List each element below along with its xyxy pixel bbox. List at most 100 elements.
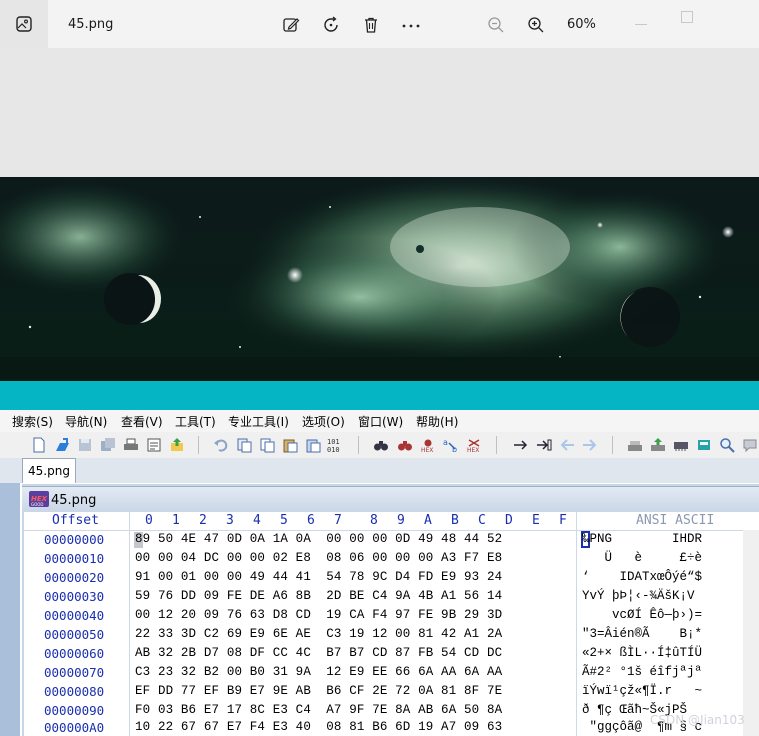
menu-search[interactable]: 搜索(S) — [12, 413, 53, 430]
goto-sector-icon[interactable] — [535, 436, 553, 454]
viewer-file-name: 45.png — [68, 17, 114, 32]
row-hex[interactable]: AB 32 2B D7 08 DF CC 4C B7 B7 CD 87 FB 5… — [135, 646, 502, 660]
svg-text:010: 010 — [327, 446, 340, 453]
print-icon[interactable] — [122, 436, 140, 454]
col-header-6: 6 — [307, 513, 315, 528]
undo-icon[interactable] — [212, 436, 230, 454]
menu-navigation[interactable]: 导航(N) — [65, 413, 107, 430]
tab-45png[interactable]: 45.png — [22, 458, 76, 483]
row-ansi[interactable]: vcØÍ Êô—þ›)= — [582, 608, 702, 622]
edit-image-icon[interactable] — [280, 14, 302, 36]
col-header-3: 3 — [226, 513, 234, 528]
open-file-icon[interactable] — [53, 436, 71, 454]
col-header-5: 5 — [280, 513, 288, 528]
row-ansi[interactable]: YvÝ þÞ¦‹-¾ÄšK¡V — [582, 589, 695, 603]
row-ansi[interactable]: Ü è £÷è — [582, 551, 703, 565]
save-all-icon[interactable] — [99, 436, 117, 454]
row-offset: 00000040 — [44, 608, 105, 623]
row-offset: 00000030 — [44, 589, 105, 604]
row-offset: 00000090 — [44, 703, 105, 718]
document-title-bar — [22, 486, 759, 513]
export-icon[interactable] — [168, 436, 186, 454]
paste-icon[interactable] — [281, 436, 299, 454]
row-hex[interactable]: 59 76 DD 09 FE DE A6 8B 2D BE C4 9A 4B A… — [135, 589, 502, 603]
find-icon[interactable] — [372, 436, 390, 454]
ansi-ascii-header: ANSI ASCII — [636, 513, 715, 528]
document-title: 45.png — [51, 493, 97, 508]
menu-tools[interactable]: 工具(T) — [175, 413, 216, 430]
row-hex[interactable]: C3 23 32 B2 00 B0 31 9A 12 E9 EE 66 6A A… — [135, 665, 502, 679]
forward-arrow-icon[interactable] — [581, 436, 599, 454]
toolbar-separator — [198, 436, 199, 454]
svg-text:b: b — [452, 445, 457, 453]
col-header-b: B — [451, 513, 459, 528]
comment-icon[interactable] — [741, 436, 759, 454]
row-hex[interactable]: EF DD 77 EF B9 E7 9E AB B6 CF 2E 72 0A 8… — [135, 684, 502, 698]
row-ansi[interactable]: ïÝwï¹çž«¶Ï.r ~ — [582, 684, 702, 698]
find-hex-icon[interactable]: HEX — [419, 436, 437, 454]
replace-text-icon[interactable]: ab — [442, 436, 460, 454]
col-header-7: 7 — [334, 513, 342, 528]
row-hex[interactable]: 10 22 67 67 E7 F4 E3 40 08 81 B6 6D 19 A… — [135, 720, 502, 734]
row-offset: 00000080 — [44, 684, 105, 699]
menu-pro-tools[interactable]: 专业工具(I) — [228, 413, 289, 430]
save-icon[interactable] — [76, 436, 94, 454]
open-disk-icon[interactable] — [649, 436, 667, 454]
row-ansi[interactable]: Ã#2² °1š éîfjªjª — [582, 665, 702, 679]
col-header-2: 2 — [199, 513, 207, 528]
row-offset: 00000020 — [44, 570, 105, 585]
zoom-out-icon[interactable] — [485, 14, 507, 36]
offset-header: Offset — [52, 513, 99, 528]
menu-options[interactable]: 选项(O) — [302, 413, 345, 430]
vertical-scrollbar[interactable] — [743, 530, 759, 736]
menu-help[interactable]: 帮助(H) — [416, 413, 458, 430]
menu-window[interactable]: 窗口(W) — [358, 413, 403, 430]
binary-icon[interactable]: 101 010 — [327, 436, 345, 454]
goto-offset-icon[interactable] — [512, 436, 530, 454]
calculator-icon[interactable] — [695, 436, 713, 454]
row-ansi[interactable]: ‰PNG IHDR — [582, 532, 702, 546]
row-hex[interactable]: 00 12 20 09 76 63 D8 CD 19 CA F4 97 FE 9… — [135, 608, 502, 622]
col-header-e: E — [532, 513, 540, 528]
row-ansi[interactable]: "3=Âién®Ã B¡* — [582, 627, 702, 641]
left-panel-strip — [0, 483, 20, 736]
delete-icon[interactable] — [360, 14, 382, 36]
svg-text:HEX: HEX — [421, 447, 433, 453]
more-icon[interactable] — [400, 14, 422, 36]
cut-icon[interactable] — [235, 436, 253, 454]
svg-text:GOOD: GOOD — [31, 502, 43, 507]
rotate-icon[interactable] — [320, 14, 342, 36]
new-file-icon[interactable] — [30, 436, 48, 454]
row-hex[interactable]: F0 03 B6 E7 17 8C E3 C4 A7 9F 7E 8A AB 6… — [135, 703, 502, 717]
row-ansi[interactable]: ‘ IDATxœÔýé“$ — [582, 570, 702, 584]
row-hex[interactable]: 22 33 3D C2 69 E9 6E AE C3 19 12 00 81 4… — [135, 627, 502, 641]
image-app-icon — [16, 16, 32, 32]
minimize-icon[interactable] — [635, 24, 647, 25]
row-hex[interactable]: 89 50 4E 47 0D 0A 1A 0A 00 00 00 0D 49 4… — [135, 532, 502, 546]
row-offset: 00000060 — [44, 646, 105, 661]
properties-icon[interactable] — [145, 436, 163, 454]
row-offset: 00000070 — [44, 665, 105, 680]
toolbar-separator — [496, 436, 497, 454]
maximize-icon[interactable] — [681, 11, 693, 23]
disk-icon[interactable] — [626, 436, 644, 454]
col-header-1: 1 — [172, 513, 180, 528]
col-header-0: 0 — [145, 513, 153, 528]
replace-hex-icon[interactable]: HEX — [465, 436, 483, 454]
app-icon-box[interactable] — [0, 0, 48, 48]
row-hex[interactable]: 91 00 01 00 00 49 44 41 54 78 9C D4 FD E… — [135, 570, 502, 584]
zoom-in-icon[interactable] — [525, 14, 547, 36]
svg-text:HEX: HEX — [467, 447, 479, 453]
tab-strip — [0, 458, 759, 483]
search-icon[interactable] — [718, 436, 736, 454]
back-arrow-icon[interactable] — [558, 436, 576, 454]
row-ansi[interactable]: «2+× ßÌL··Í‡ûTÍÜ — [582, 646, 702, 660]
copy-icon[interactable] — [258, 436, 276, 454]
row-hex[interactable]: 00 00 04 DC 00 00 02 E8 08 06 00 00 00 A… — [135, 551, 502, 565]
menu-view[interactable]: 查看(V) — [121, 413, 163, 430]
ansi-divider — [576, 512, 577, 736]
zoom-level[interactable]: 60% — [567, 17, 596, 32]
paste-special-icon[interactable] — [304, 436, 322, 454]
find-text-icon[interactable] — [396, 436, 414, 454]
ram-icon[interactable] — [672, 436, 690, 454]
